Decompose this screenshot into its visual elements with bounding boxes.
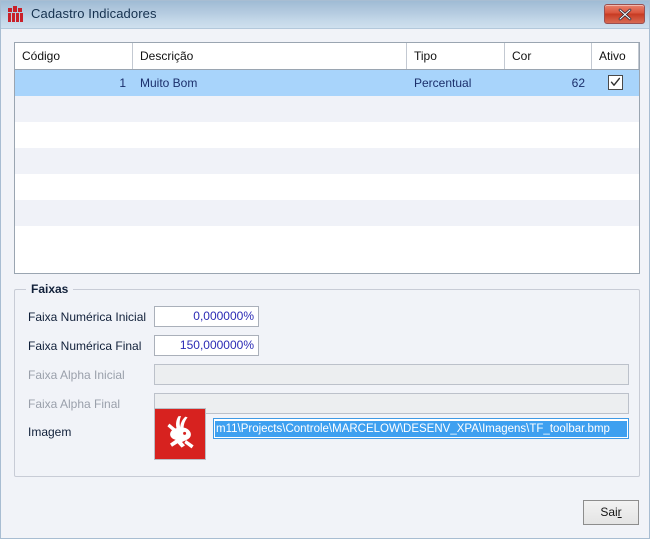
- grid-column-header-cor[interactable]: Cor: [505, 43, 592, 69]
- faixa-alpha-final-input: [154, 393, 629, 414]
- faixa-alpha-inicial-input: [154, 364, 629, 385]
- ativo-checkbox[interactable]: [608, 75, 623, 90]
- grid-column-header-codigo[interactable]: Código: [15, 43, 133, 69]
- grid-column-header-descricao[interactable]: Descrição: [133, 43, 407, 69]
- indicadores-grid[interactable]: Código Descrição Tipo Cor Ativo 1 Muito Bom Pe…: [14, 42, 640, 274]
- faixa-numerica-inicial-label: Faixa Numérica Inicial: [28, 310, 147, 324]
- faixa-numerica-final-input[interactable]: 150,000000%: [154, 335, 259, 356]
- close-button[interactable]: [604, 4, 645, 24]
- sair-button[interactable]: Sair: [583, 500, 639, 525]
- grid-column-header-ativo[interactable]: Ativo: [592, 43, 639, 69]
- imagem-label: Imagem: [28, 425, 72, 439]
- imagem-path-input[interactable]: m11\Projects\Controle\MARCELOW\DESENV_XP…: [213, 418, 629, 439]
- grid-header-row: Código Descrição Tipo Cor Ativo: [15, 43, 639, 70]
- grid-cell-cor: 62: [571, 76, 585, 90]
- faixas-groupbox: Faixas Faixa Numérica Inicial 0,000000% Fa…: [14, 282, 640, 477]
- dialog-window: Cadastro Indicadores Código Descrição Tipo…: [0, 0, 650, 539]
- app-icon: [8, 6, 25, 23]
- grid-cell-codigo: 1: [119, 76, 126, 90]
- grid-empty-row[interactable]: [15, 200, 639, 226]
- grid-empty-row[interactable]: [15, 148, 639, 174]
- grid-cell-tipo: Percentual: [414, 76, 472, 90]
- sair-label: Sai: [600, 505, 618, 519]
- grid-body: 1 Muito Bom Percentual 62: [15, 70, 639, 252]
- imagem-path-value: m11\Projects\Controle\MARCELOW\DESENV_XP…: [215, 421, 627, 437]
- rabbit-image-thumbnail[interactable]: [154, 408, 206, 460]
- grid-empty-row[interactable]: [15, 226, 639, 252]
- faixa-numerica-inicial-input[interactable]: 0,000000%: [154, 306, 259, 327]
- title-bar[interactable]: Cadastro Indicadores: [1, 1, 649, 29]
- grid-empty-row[interactable]: [15, 122, 639, 148]
- grid-empty-row[interactable]: [15, 174, 639, 200]
- faixas-legend: Faixas: [26, 282, 74, 296]
- window-title: Cadastro Indicadores: [31, 6, 157, 21]
- faixa-alpha-final-label: Faixa Alpha Final: [28, 397, 121, 411]
- table-row[interactable]: 1 Muito Bom Percentual 62: [15, 70, 639, 96]
- sair-accel-letter: r: [617, 505, 622, 519]
- faixa-alpha-inicial-label: Faixa Alpha Inicial: [28, 368, 125, 382]
- grid-column-header-tipo[interactable]: Tipo: [407, 43, 505, 69]
- grid-empty-row[interactable]: [15, 96, 639, 122]
- grid-cell-ativo: [592, 70, 639, 96]
- faixa-numerica-final-label: Faixa Numérica Final: [28, 339, 142, 353]
- grid-cell-descricao: Muito Bom: [140, 76, 198, 90]
